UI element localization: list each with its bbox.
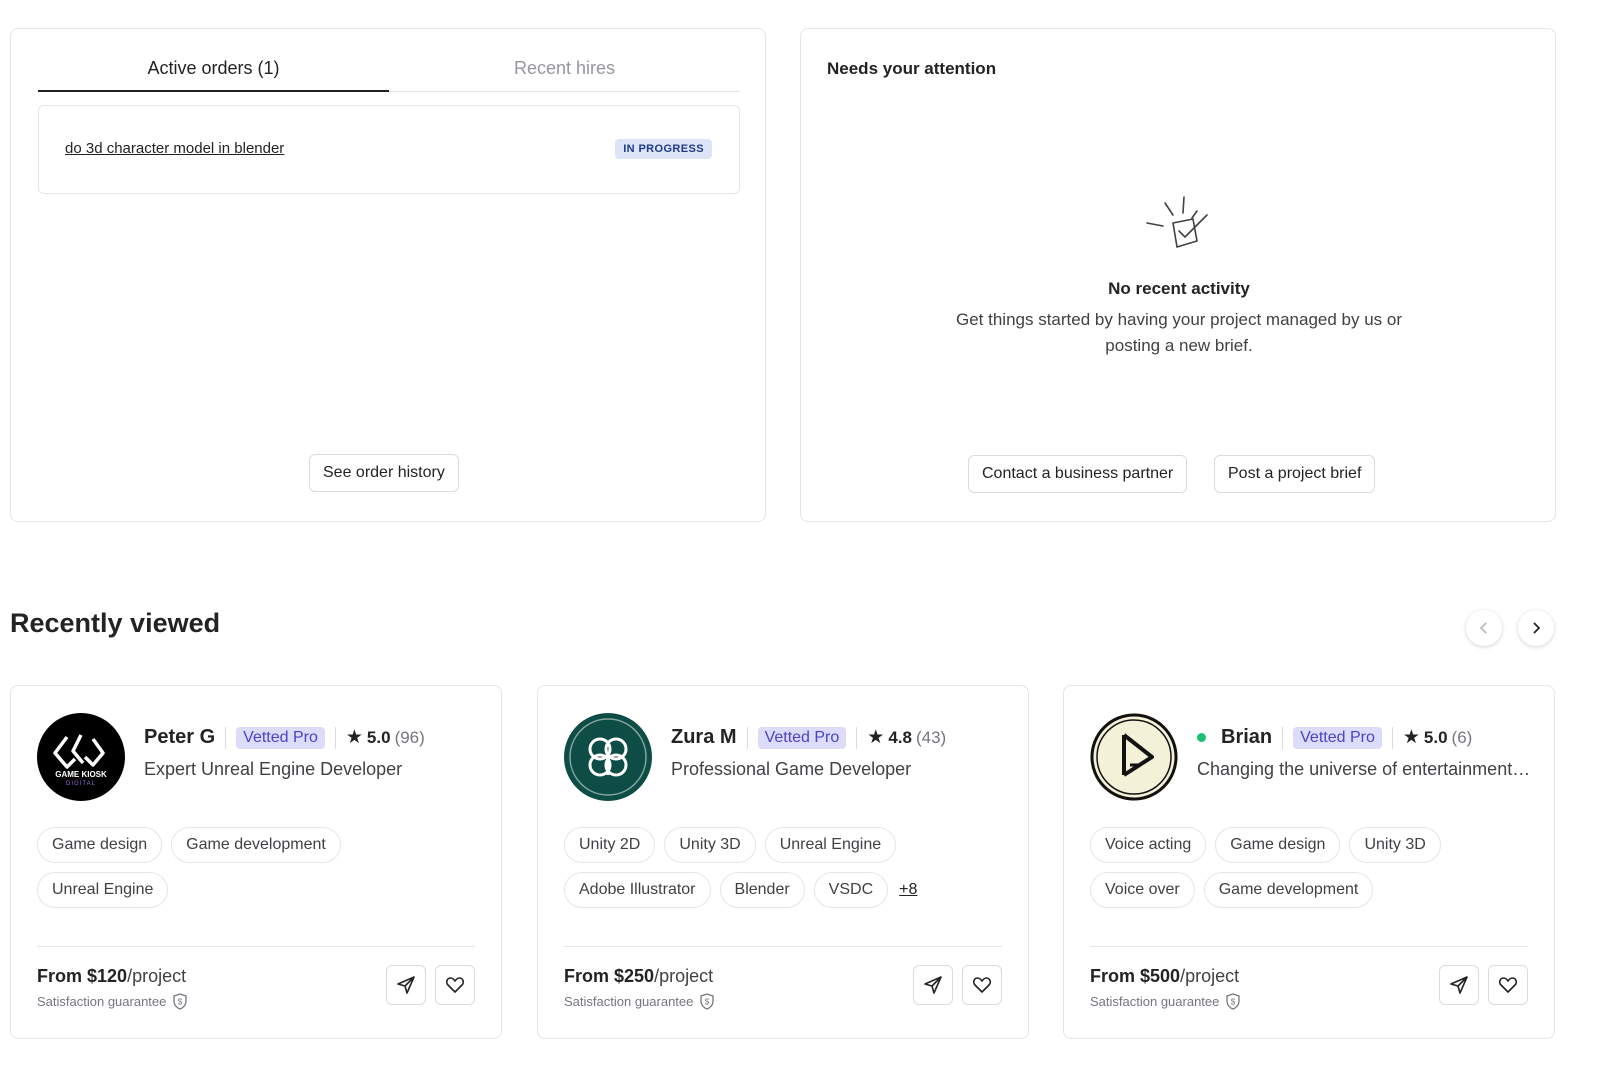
skill-tags: Game design Game development Unreal Engi… <box>37 827 477 908</box>
vetted-pro-badge: Vetted Pro <box>236 726 325 749</box>
seller-card[interactable]: Brian Vetted Pro ★ 5.0 (6) Changing the … <box>1063 685 1555 1039</box>
svg-text:$: $ <box>178 998 183 1007</box>
order-title-link[interactable]: do 3d character model in blender <box>65 140 284 157</box>
skill-tags: Voice acting Game design Unity 3D Voice … <box>1090 827 1530 908</box>
skill-tag[interactable]: Game design <box>37 827 163 863</box>
empty-state-title: No recent activity <box>1108 279 1250 298</box>
send-icon <box>397 976 415 994</box>
carousel-prev-button[interactable] <box>1466 610 1502 646</box>
satisfaction-guarantee: Satisfaction guarantee $ <box>564 993 715 1010</box>
status-badge: IN PROGRESS <box>615 139 712 159</box>
heart-icon <box>972 977 992 993</box>
game-kiosk-logo: GAME KIOSK DIGITAL <box>53 734 107 787</box>
brian-logo <box>1090 713 1178 801</box>
seller-tagline: Professional Game Developer <box>671 759 912 779</box>
see-order-history-button[interactable]: See order history <box>309 454 459 492</box>
review-count: (6) <box>1451 727 1473 747</box>
send-icon <box>1450 976 1468 994</box>
skill-tag[interactable]: Game development <box>1203 872 1374 908</box>
star-icon: ★ <box>867 727 885 748</box>
seller-name[interactable]: Zura M <box>671 726 737 749</box>
seller-name[interactable]: Brian <box>1221 726 1272 749</box>
rating-value: 4.8 <box>888 727 912 747</box>
skill-tag[interactable]: Unity 3D <box>1349 827 1441 863</box>
vetted-pro-badge: Vetted Pro <box>757 726 847 749</box>
svg-text:GAME KIOSK: GAME KIOSK <box>55 770 107 779</box>
attention-title: Needs your attention <box>827 59 997 78</box>
skill-tag[interactable]: Unreal Engine <box>37 872 169 908</box>
star-icon: ★ <box>345 727 363 748</box>
send-icon <box>924 976 942 994</box>
seller-tagline: Expert Unreal Engine Developer <box>144 759 403 779</box>
heart-icon <box>445 977 465 993</box>
contact-button[interactable] <box>386 965 426 1005</box>
skill-tags: Unity 2D Unity 3D Unreal Engine Adobe Il… <box>564 827 1004 908</box>
price: From $250/project <box>564 966 714 986</box>
attention-panel: Needs your attention No recent activity … <box>800 28 1556 522</box>
contact-business-partner-button[interactable]: Contact a business partner <box>968 455 1188 493</box>
more-tags-link[interactable]: +8 <box>899 881 917 899</box>
seller-card[interactable]: Zura M Vetted Pro ★ 4.8 (43) Professiona… <box>537 685 1029 1039</box>
tab-active-orders[interactable]: Active orders (1) <box>38 51 389 92</box>
contact-button[interactable] <box>913 965 953 1005</box>
orders-panel: Active orders (1) Recent hires do 3d cha… <box>10 28 766 522</box>
avatar[interactable] <box>564 713 652 801</box>
skill-tag[interactable]: Unreal Engine <box>764 827 897 863</box>
review-count: (43) <box>915 727 947 747</box>
rating-value: 5.0 <box>1423 727 1448 747</box>
skill-tag[interactable]: Game design <box>1215 827 1341 863</box>
skill-tag[interactable]: Blender <box>719 872 805 908</box>
skill-tag[interactable]: Game development <box>171 827 341 863</box>
skill-tag[interactable]: Unity 2D <box>564 827 656 863</box>
save-button[interactable] <box>435 965 475 1005</box>
shield-dollar-icon: $ <box>173 993 188 1010</box>
price: From $500/project <box>1090 966 1240 986</box>
seller-tagline: Changing the universe of entertainment t… <box>1197 759 1532 779</box>
review-count: (96) <box>394 727 425 747</box>
satisfaction-guarantee: Satisfaction guarantee $ <box>37 993 188 1010</box>
avatar[interactable] <box>1090 713 1178 801</box>
chevron-left-icon <box>1479 622 1487 634</box>
vetted-pro-badge: Vetted Pro <box>1293 726 1382 749</box>
contact-button[interactable] <box>1439 965 1479 1005</box>
carousel-next-button[interactable] <box>1518 610 1554 646</box>
satisfaction-guarantee: Satisfaction guarantee $ <box>1090 993 1241 1010</box>
seller-name[interactable]: Peter G <box>144 726 215 749</box>
skill-tag[interactable]: Voice over <box>1090 872 1195 908</box>
shield-dollar-icon: $ <box>1226 993 1241 1010</box>
skill-tag[interactable]: Voice acting <box>1090 827 1207 863</box>
skill-tag[interactable]: Adobe Illustrator <box>564 872 711 908</box>
chevron-right-icon <box>1533 622 1541 634</box>
clover-icon <box>569 718 647 796</box>
online-status-dot <box>1197 733 1206 742</box>
shield-dollar-icon: $ <box>700 993 715 1010</box>
avatar[interactable]: GAME KIOSK DIGITAL <box>37 713 125 801</box>
svg-text:$: $ <box>705 998 710 1007</box>
tab-recent-hires[interactable]: Recent hires <box>389 51 740 91</box>
save-button[interactable] <box>962 965 1002 1005</box>
price: From $120/project <box>37 966 187 986</box>
rating-value: 5.0 <box>366 727 391 747</box>
checklist-icon <box>1146 196 1208 248</box>
save-button[interactable] <box>1488 965 1528 1005</box>
recently-viewed-title: Recently viewed <box>10 608 221 638</box>
seller-card[interactable]: GAME KIOSK DIGITAL Peter G Vetted Pro ★ … <box>10 685 502 1039</box>
orders-tabs: Active orders (1) Recent hires <box>38 51 740 92</box>
empty-state-text: Get things started by having your projec… <box>955 310 1403 355</box>
svg-text:DIGITAL: DIGITAL <box>66 781 96 787</box>
heart-icon <box>1498 977 1518 993</box>
skill-tag[interactable]: VSDC <box>813 872 889 908</box>
svg-text:$: $ <box>1231 998 1236 1007</box>
post-project-brief-button[interactable]: Post a project brief <box>1214 455 1376 493</box>
star-icon: ★ <box>1402 727 1420 748</box>
skill-tag[interactable]: Unity 3D <box>664 827 756 863</box>
order-card[interactable]: do 3d character model in blender IN PROG… <box>38 105 740 194</box>
